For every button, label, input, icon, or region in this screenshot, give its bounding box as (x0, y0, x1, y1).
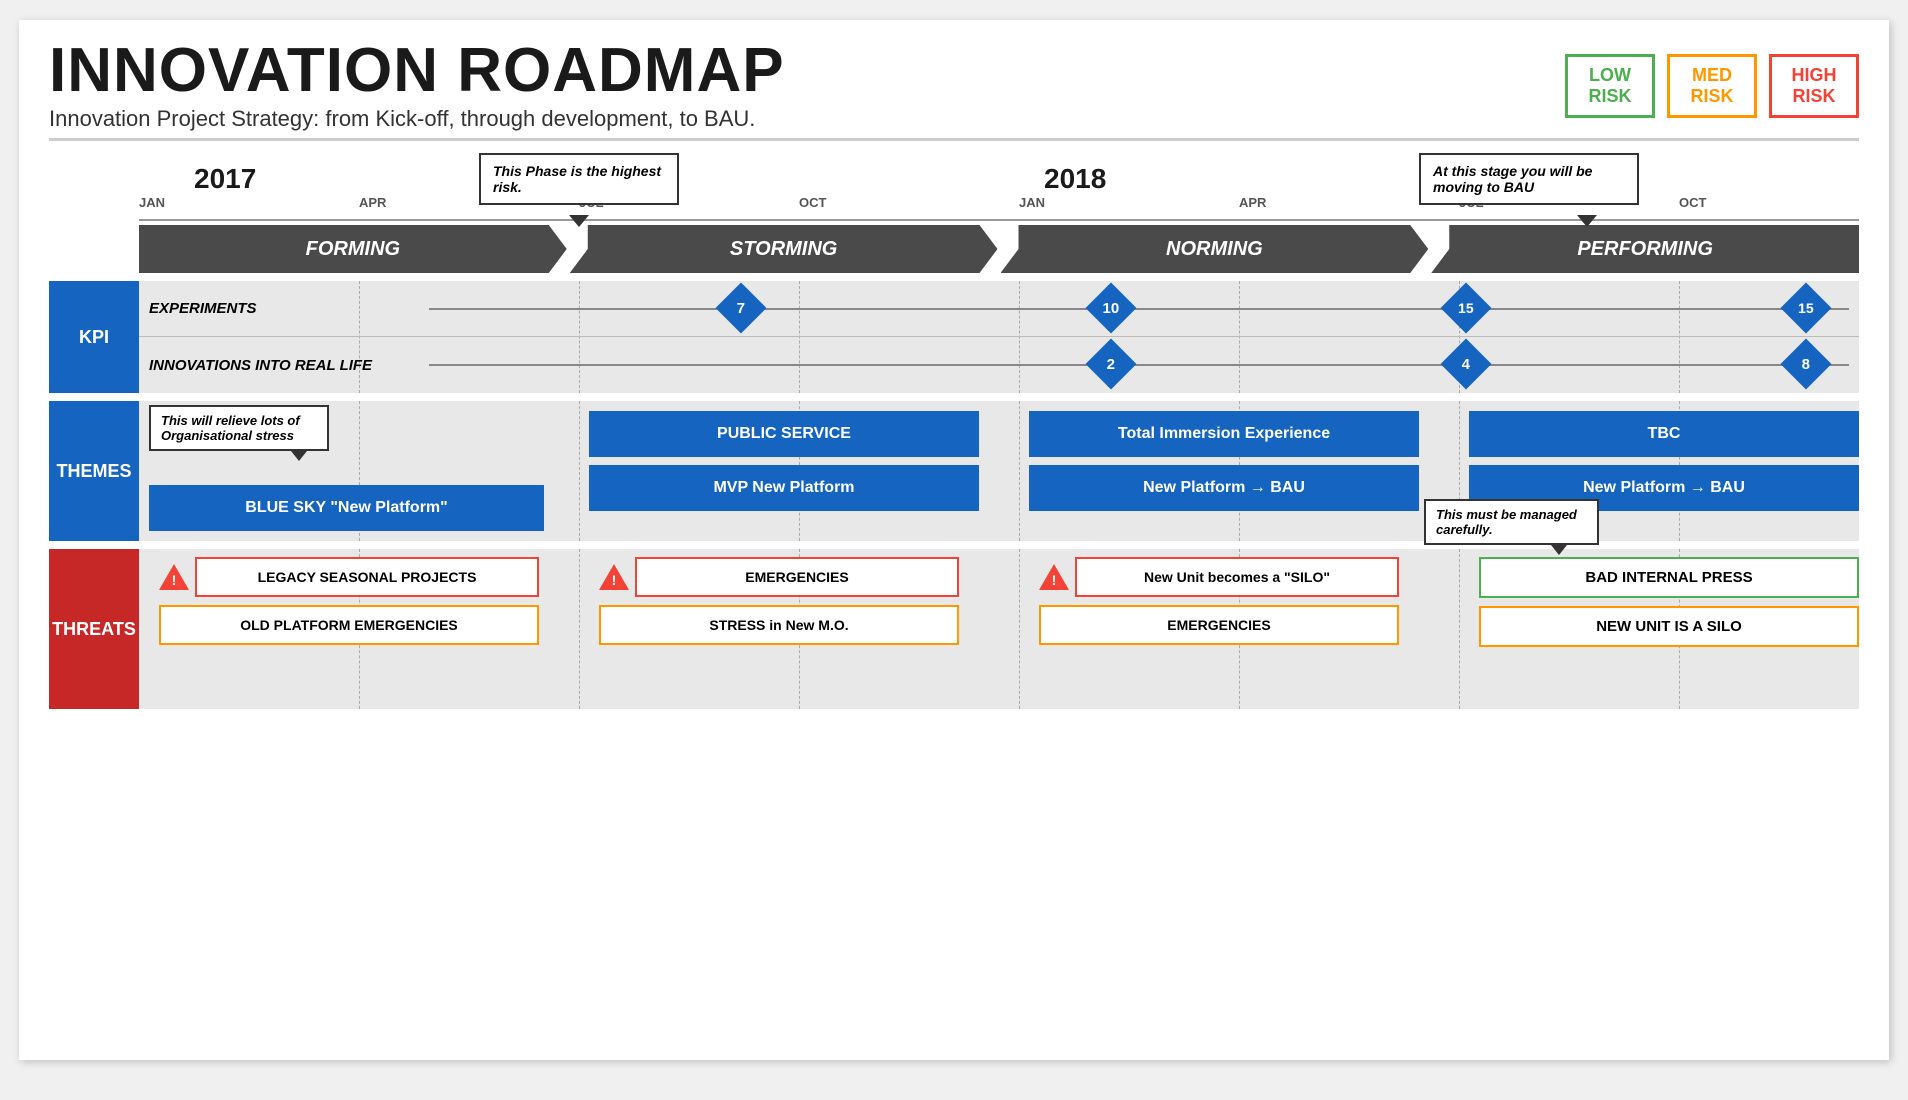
phases-bar: FORMING STORMING NORMING PERFORMING (139, 225, 1859, 273)
month-apr-2018: APR (1239, 195, 1266, 210)
med-risk-badge: MEDRISK (1667, 54, 1757, 118)
theme-total-immersion: Total Immersion Experience (1029, 411, 1419, 457)
slide: INNOVATION ROADMAP Innovation Project St… (19, 20, 1889, 1060)
kpi-label: KPI (49, 281, 139, 393)
main-title: INNOVATION ROADMAP (49, 40, 785, 102)
threat-new-unit-silo: New Unit becomes a "SILO" (1075, 557, 1399, 597)
callout-themes-stress: This will relieve lots of Organisational… (149, 405, 329, 451)
year-2018: 2018 (1044, 163, 1106, 195)
threat-legacy: LEGACY SEASONAL PROJECTS (195, 557, 539, 597)
kpi-experiments-line: 7 10 1 (429, 308, 1849, 310)
threats-content: ! LEGACY SEASONAL PROJECTS OLD PLATFORM … (139, 549, 1859, 709)
theme-col-norming: Total Immersion Experience New Platform … (1029, 411, 1419, 511)
subtitle: Innovation Project Strategy: from Kick-o… (49, 106, 785, 132)
kpi-diamond-15b: 15 (1788, 290, 1824, 326)
phase-forming: FORMING (139, 225, 567, 273)
threat-emergencies-wrap: ! EMERGENCIES (599, 557, 959, 597)
kpi-innovations-row: INNOVATIONS INTO REAL LIFE 2 (139, 337, 1859, 393)
kpi-experiments-row: EXPERIMENTS 7 10 (139, 281, 1859, 337)
month-jan-2018: JAN (1019, 195, 1045, 210)
header: INNOVATION ROADMAP Innovation Project St… (49, 40, 1859, 141)
threat-emergencies-storming: EMERGENCIES (635, 557, 959, 597)
kpi-content: EXPERIMENTS 7 10 (139, 281, 1859, 393)
threats-col-storming: ! EMERGENCIES STRESS in New M.O. (599, 557, 959, 645)
threats-col-forming: ! LEGACY SEASONAL PROJECTS OLD PLATFORM … (159, 557, 539, 645)
theme-bluesky: BLUE SKY "New Platform" (149, 485, 544, 531)
threats-label: THREATS (49, 549, 139, 709)
themes-content: This will relieve lots of Organisational… (139, 401, 1859, 541)
kpi-diamond-8: 8 (1788, 346, 1824, 382)
threat-old-platform: OLD PLATFORM EMERGENCIES (159, 605, 539, 645)
callout-performing: At this stage you will be moving to BAU (1419, 153, 1639, 205)
callout-threats-managed: This must be managed carefully. (1424, 499, 1599, 545)
kpi-innovations-label: INNOVATIONS INTO REAL LIFE (139, 357, 429, 374)
kpi-experiments-label: EXPERIMENTS (139, 300, 429, 317)
kpi-diamond-10: 10 (1093, 290, 1129, 326)
theme-mvp: MVP New Platform (589, 465, 979, 511)
threat-new-unit-is-silo: NEW UNIT IS A SILO (1479, 606, 1859, 647)
low-risk-badge: LOWRISK (1565, 54, 1655, 118)
title-block: INNOVATION ROADMAP Innovation Project St… (49, 40, 785, 132)
threats-col-performing: BAD INTERNAL PRESS NEW UNIT IS A SILO (1479, 557, 1859, 647)
themes-label: THEMES (49, 401, 139, 541)
threats-section: THREATS (49, 549, 1859, 709)
phase-storming: STORMING (570, 225, 998, 273)
threat-stress-mo: STRESS in New M.O. (599, 605, 959, 645)
theme-col-performing: TBC New Platform → BAU (1469, 411, 1859, 511)
diagram-container: This Phase is the highest risk. At this … (49, 153, 1859, 709)
theme-tbc: TBC (1469, 411, 1859, 457)
kpi-diamond-7: 7 (723, 290, 759, 326)
kpi-innovations-line: 2 4 8 (429, 364, 1849, 366)
threats-col-norming: ! New Unit becomes a "SILO" EMERGENCIES (1039, 557, 1399, 645)
month-apr-2017: APR (359, 195, 386, 210)
theme-public-service: PUBLIC SERVICE (589, 411, 979, 457)
month-oct-2018: OCT (1679, 195, 1706, 210)
phase-performing: PERFORMING (1431, 225, 1859, 273)
threat-silo-wrap: ! New Unit becomes a "SILO" (1039, 557, 1399, 597)
kpi-diamond-15a: 15 (1448, 290, 1484, 326)
risk-badges: LOWRISK MEDRISK HIGHRISK (1565, 54, 1859, 118)
phase-norming: NORMING (1001, 225, 1429, 273)
kpi-diamond-4: 4 (1448, 346, 1484, 382)
month-jan-2017: JAN (139, 195, 165, 210)
theme-col-storming: PUBLIC SERVICE MVP New Platform (589, 411, 979, 511)
high-risk-badge: HIGHRISK (1769, 54, 1859, 118)
theme-new-platform-bau-1: New Platform → BAU (1029, 465, 1419, 511)
kpi-diamond-2: 2 (1093, 346, 1129, 382)
threat-emergencies-norming: EMERGENCIES (1039, 605, 1399, 645)
diagram-area: This Phase is the highest risk. At this … (49, 153, 1859, 709)
month-oct-2017: OCT (799, 195, 826, 210)
kpi-section: KPI EXPERIMENTS (49, 281, 1859, 393)
callout-storming: This Phase is the highest risk. (479, 153, 679, 205)
threat-legacy-wrap: ! LEGACY SEASONAL PROJECTS (159, 557, 539, 597)
threat-bad-internal-press: BAD INTERNAL PRESS (1479, 557, 1859, 598)
year-2017: 2017 (194, 163, 256, 195)
